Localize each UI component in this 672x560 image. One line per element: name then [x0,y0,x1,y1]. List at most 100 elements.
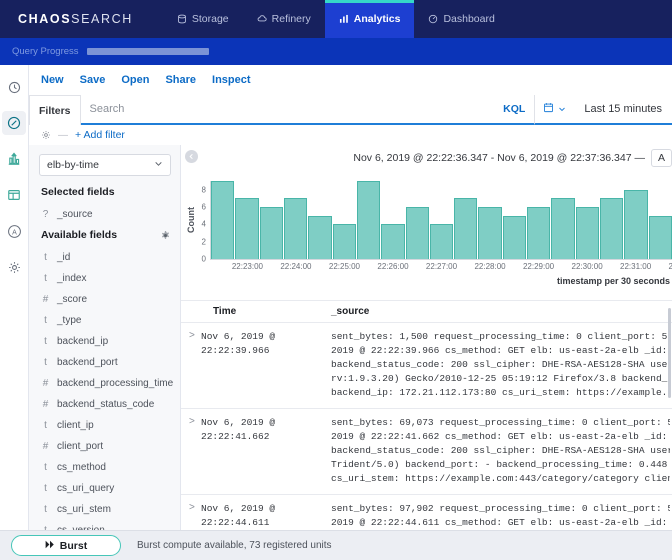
new-link[interactable]: New [41,74,64,86]
nav-tab-analytics[interactable]: Analytics [324,0,415,38]
field-item-_score[interactable]: # _score [39,289,170,310]
date-picker-quick-menu[interactable] [534,95,575,125]
histogram-bar[interactable] [527,207,551,259]
expand-row-icon[interactable]: > [181,502,201,530]
field-name: cs_uri_query [57,483,115,494]
field-type-icon: t [44,504,47,515]
field-sidebar: elb-by-time Selected fields ? _source Av… [29,145,181,530]
nav-tab-refinery[interactable]: Refinery [243,0,325,38]
field-name: backend_processing_time [57,378,174,389]
histogram-bar[interactable] [211,181,235,259]
histogram-bar[interactable] [332,224,356,259]
y-tick-label: 8 [201,185,206,195]
table-row[interactable]: > Nov 6, 2019 @ 22:22:41.662 sent_bytes:… [181,409,672,495]
brand-logo: CHAOSSEARCH [18,12,133,26]
y-tick-label: 4 [201,219,206,229]
search-input[interactable]: Search [80,95,495,125]
field-item-_type[interactable]: t _type [39,310,170,331]
nav-tab-storage-label: Storage [191,13,229,25]
histogram-bar[interactable] [478,207,502,259]
histogram-bar[interactable] [454,198,478,259]
selected-fields-heading: Selected fields [41,186,170,198]
nav-tab-analytics-label: Analytics [353,13,401,25]
field-name: _source [57,209,93,220]
histogram-bar[interactable] [502,215,527,259]
histogram-bar[interactable] [308,215,332,259]
collapse-left-icon[interactable] [185,150,198,163]
row-source: sent_bytes: 69,073 request_processing_ti… [331,416,672,486]
histogram-bar[interactable] [356,181,381,259]
documents-table: Time _source > Nov 6, 2019 @ 22:22:39.96… [181,300,672,530]
histogram-bar[interactable] [405,207,429,259]
histogram-bar[interactable] [600,198,624,259]
burst-button[interactable]: Burst [11,535,121,556]
histogram-bar[interactable] [259,207,283,259]
gear-icon[interactable] [2,255,26,279]
nav-tab-storage[interactable]: Storage [163,0,243,38]
letter-a-icon[interactable]: A [2,219,26,243]
filter-bar: — + Add filter [29,125,672,145]
chart-y-ticks: 0 2 4 6 8 [195,181,209,263]
field-item-client_port[interactable]: # client_port [39,436,170,457]
field-item-backend_ip[interactable]: t backend_ip [39,331,170,352]
field-item-backend_status_code[interactable]: # backend_status_code [39,394,170,415]
histogram-bar[interactable] [235,198,259,259]
field-name: _type [57,315,82,326]
filter-options-gear-icon[interactable] [41,130,51,140]
field-type-icon: ? [42,209,49,220]
histogram-panel: Nov 6, 2019 @ 22:22:36.347 - Nov 6, 2019… [181,145,672,300]
histogram-bar[interactable] [429,224,454,259]
filters-tab[interactable]: Filters [29,95,81,125]
x-tick-label: 22:27:00 [425,262,458,271]
field-item-backend_processing_time[interactable]: # backend_processing_time [39,373,174,394]
chart-x-axis-line [210,259,672,260]
clock-icon[interactable] [2,75,26,99]
table-row[interactable]: > Nov 6, 2019 @ 22:22:44.611 sent_bytes:… [181,495,672,530]
expand-row-icon[interactable]: > [181,330,201,400]
save-link[interactable]: Save [80,74,106,86]
table-row[interactable]: > Nov 6, 2019 @ 22:22:39.966 sent_bytes:… [181,323,672,409]
histogram-bar[interactable] [381,224,405,259]
field-item-_id[interactable]: t _id [39,247,170,268]
add-filter-button[interactable]: + Add filter [75,129,125,141]
histogram-bar[interactable] [648,215,672,259]
search-row: Filters Search KQL Last 15 minutes [29,95,672,125]
column-header-source[interactable]: _source [331,306,672,317]
inspect-link[interactable]: Inspect [212,74,251,86]
field-item-client_ip[interactable]: t client_ip [39,415,170,436]
visualize-chart-icon[interactable] [2,147,26,171]
histogram-bar[interactable] [624,189,648,259]
dashboard-grid-icon[interactable] [2,183,26,207]
field-item-cs_uri_stem[interactable]: t cs_uri_stem [39,499,170,520]
row-time: Nov 6, 2019 @ 22:22:41.662 [201,417,276,442]
share-link[interactable]: Share [165,74,196,86]
expand-row-icon[interactable]: > [181,416,201,486]
documents-scrollbar[interactable] [667,300,672,530]
x-tick-label: 22:32:00 [668,262,672,271]
field-settings-gear-icon[interactable] [161,230,170,240]
field-item-source[interactable]: ? _source [39,204,170,225]
left-icon-rail: A [0,65,29,560]
field-name: client_ip [57,420,94,431]
chart-x-ticks: 22:23:00 22:24:00 22:25:00 22:26:00 22:27:00… [211,262,672,274]
query-progress-bar: Query Progress [0,38,672,65]
date-range-display[interactable]: Last 15 minutes [574,95,672,125]
scrollbar-thumb[interactable] [668,308,671,398]
compass-discover-icon[interactable] [2,111,26,135]
histogram-bar[interactable] [551,198,575,259]
field-item-backend_port[interactable]: t backend_port [39,352,170,373]
histogram-bar[interactable] [283,198,308,259]
index-pattern-select[interactable]: elb-by-time [39,154,171,176]
nav-tab-dashboard[interactable]: Dashboard [414,0,508,38]
field-item-cs_method[interactable]: t cs_method [39,457,170,478]
open-link[interactable]: Open [121,74,149,86]
field-item-cs_uri_query[interactable]: t cs_uri_query [39,478,170,499]
histogram-bar[interactable] [575,207,599,259]
query-language-button[interactable]: KQL [494,95,535,125]
field-item-_index[interactable]: t _index [39,268,170,289]
field-name: client_port [57,441,104,452]
column-header-time[interactable]: Time [181,306,331,317]
field-item-cs_version[interactable]: tcs_version [39,520,170,530]
field-type-icon: t [44,336,47,347]
chart-interval-button[interactable]: A [650,149,672,167]
